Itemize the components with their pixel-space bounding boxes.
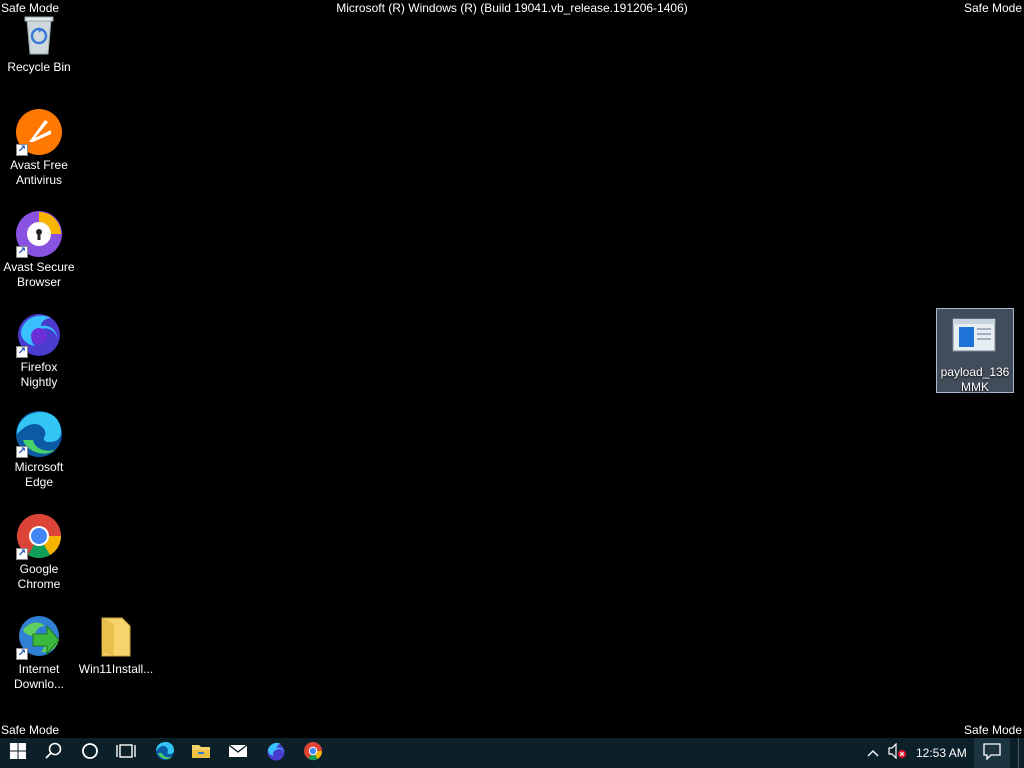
taskbar-firefox-button[interactable] [258, 738, 294, 768]
show-hidden-icons-button[interactable] [862, 738, 884, 768]
idm-label: Internet Downlo... [13, 662, 65, 691]
firefox-nightly-icon: ↗ [15, 310, 63, 358]
cortana-icon [81, 742, 99, 765]
edge-icon [155, 741, 175, 766]
desktop-icon-avast-browser[interactable]: ↗ Avast Secure Browser [1, 210, 77, 290]
chevron-up-icon [867, 744, 879, 762]
firefox-icon [266, 741, 286, 766]
start-button[interactable] [0, 738, 36, 768]
chrome-icon: ↗ [15, 512, 63, 560]
avast-antivirus-icon: ↗ [15, 108, 63, 156]
chrome-label: Google Chrome [17, 562, 61, 591]
notification-icon [983, 742, 1001, 765]
volume-button[interactable] [884, 738, 910, 768]
search-button[interactable] [36, 738, 72, 768]
application-window-icon [951, 315, 999, 363]
show-desktop-button[interactable] [1018, 738, 1024, 768]
safe-mode-label-bottom-right: Safe Mode [963, 723, 1022, 737]
taskbar-file-explorer-button[interactable] [183, 738, 219, 768]
volume-muted-icon [887, 742, 907, 764]
task-view-icon [116, 742, 136, 765]
desktop-icon-edge[interactable]: ↗ Microsoft Edge [1, 410, 77, 490]
search-icon [45, 742, 63, 765]
desktop-icon-chrome[interactable]: ↗ Google Chrome [1, 512, 77, 592]
shortcut-arrow-icon: ↗ [16, 246, 28, 258]
shortcut-arrow-icon: ↗ [16, 648, 28, 660]
avast-antivirus-label: Avast Free Antivirus [10, 158, 68, 187]
cortana-button[interactable] [72, 738, 108, 768]
safe-mode-label-bottom-left: Safe Mode [1, 723, 60, 737]
payload-label: payload_136 MMK [940, 365, 1010, 394]
shortcut-arrow-icon: ↗ [16, 346, 28, 358]
mail-icon [228, 743, 248, 764]
win11-folder-label: Win11Install... [78, 662, 154, 676]
recycle-bin-label: Recycle Bin [7, 60, 71, 74]
edge-label: Microsoft Edge [14, 460, 64, 489]
windows-build-text: Microsoft (R) Windows (R) (Build 19041.v… [336, 1, 688, 15]
task-view-button[interactable] [108, 738, 144, 768]
shortcut-arrow-icon: ↗ [16, 548, 28, 560]
edge-icon: ↗ [15, 410, 63, 458]
taskbar-chrome-button[interactable] [295, 738, 331, 768]
taskbar-mail-button[interactable] [220, 738, 256, 768]
internet-download-manager-icon: ↗ [15, 612, 63, 660]
taskbar-edge-button[interactable] [147, 738, 183, 768]
desktop-icon-avast-antivirus[interactable]: ↗ Avast Free Antivirus [1, 108, 77, 188]
recycle-bin-icon [15, 10, 63, 58]
desktop-icon-recycle-bin[interactable]: Recycle Bin [1, 10, 77, 75]
action-center-button[interactable] [974, 738, 1010, 768]
taskbar: 12:53 AM [0, 738, 1024, 768]
shortcut-arrow-icon: ↗ [16, 446, 28, 458]
folder-icon [92, 612, 140, 660]
desktop-icon-win11-folder[interactable]: Win11Install... [78, 612, 154, 677]
taskbar-clock[interactable]: 12:53 AM [916, 738, 967, 768]
shortcut-arrow-icon: ↗ [16, 144, 28, 156]
desktop-icon-idm[interactable]: ↗ Internet Downlo... [1, 612, 77, 692]
firefox-nightly-label: Firefox Nightly [20, 360, 58, 389]
desktop-icon-firefox-nightly[interactable]: ↗ Firefox Nightly [1, 310, 77, 390]
desktop-icon-payload[interactable]: payload_136 MMK [936, 308, 1014, 394]
avast-browser-label: Avast Secure Browser [3, 260, 75, 289]
file-explorer-icon [191, 742, 211, 765]
chrome-icon [303, 741, 323, 766]
start-icon [10, 742, 26, 764]
avast-browser-icon: ↗ [15, 210, 63, 258]
